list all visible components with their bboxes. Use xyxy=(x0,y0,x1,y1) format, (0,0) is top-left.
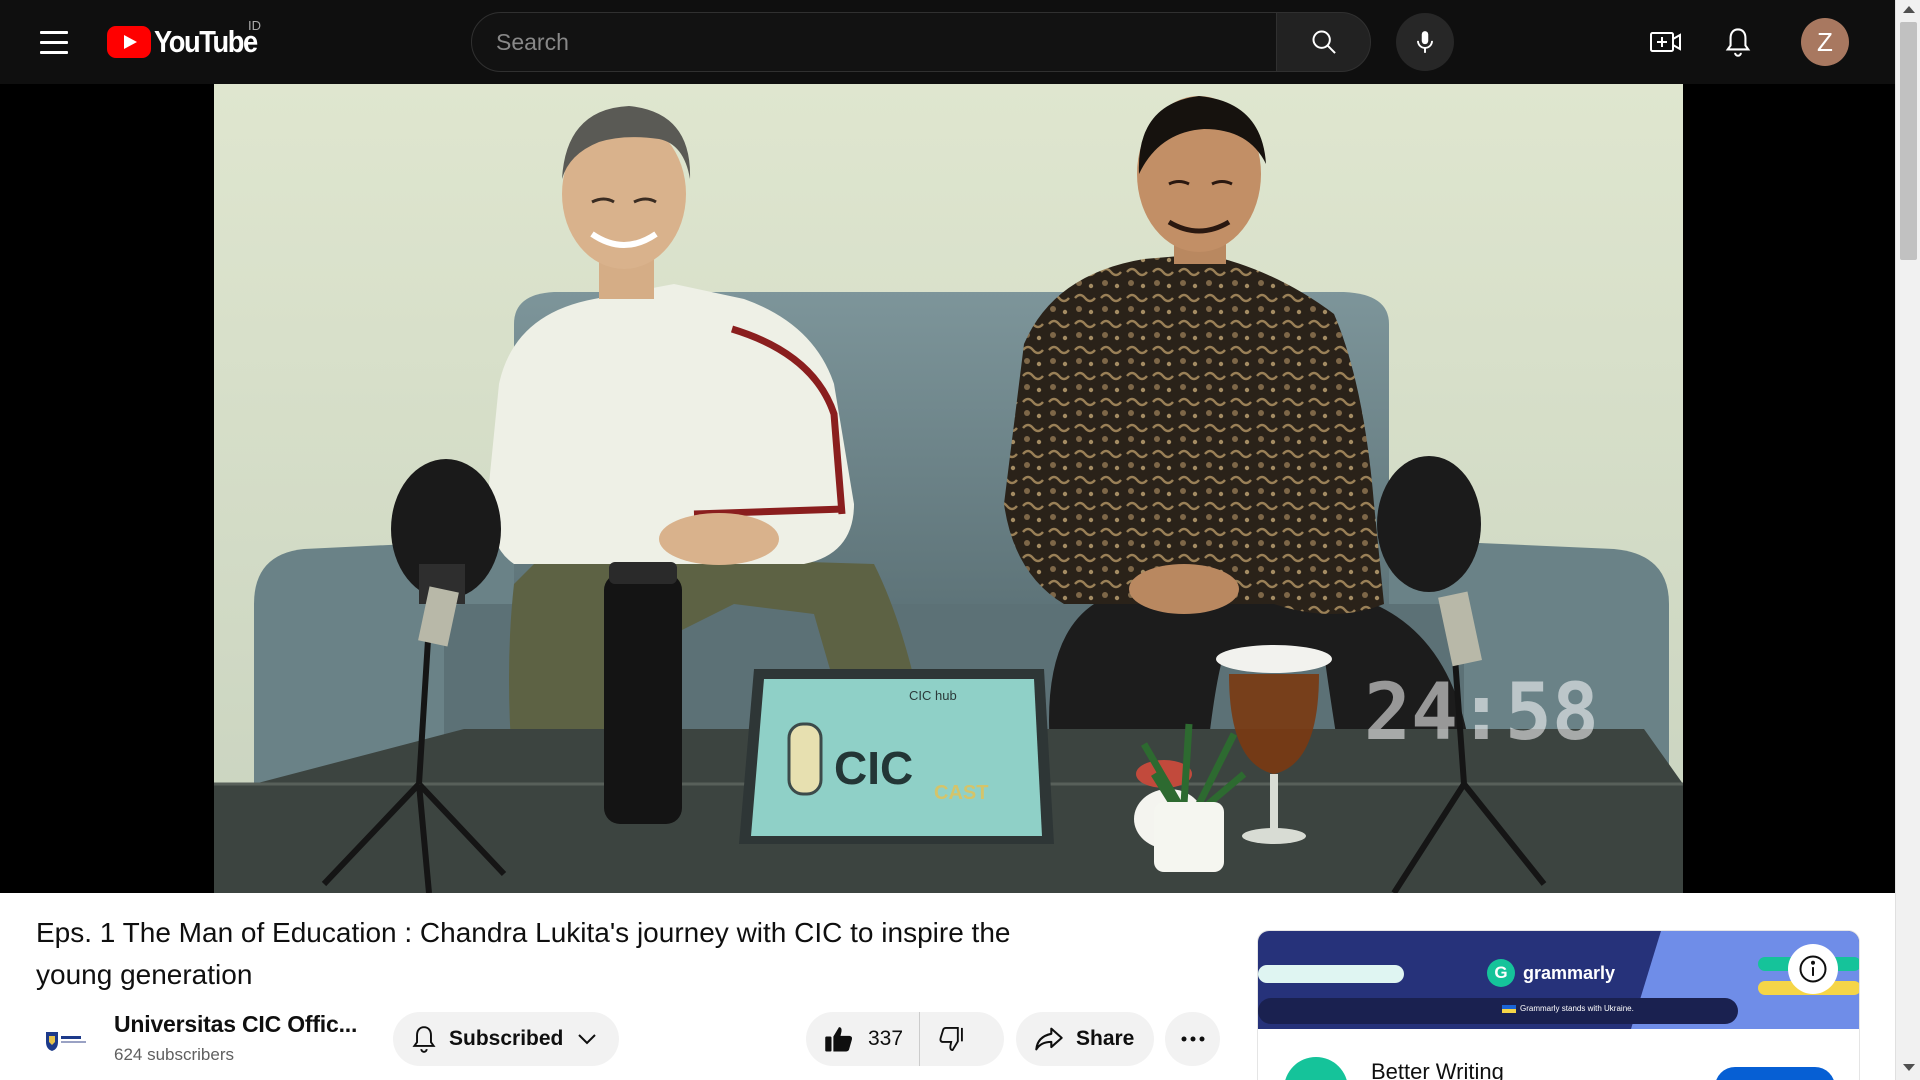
page-scrollbar[interactable] xyxy=(1895,0,1920,1080)
thumbs-down-icon xyxy=(939,1026,963,1052)
chevron-down-icon xyxy=(578,1034,597,1045)
voice-search-button[interactable] xyxy=(1396,13,1454,71)
ad-brand-name: grammarly xyxy=(1523,962,1616,983)
search-icon xyxy=(1312,30,1336,54)
account-avatar[interactable]: Z xyxy=(1801,18,1849,66)
microphone-icon xyxy=(1417,31,1433,53)
channel-name[interactable]: Universitas CIC Offic... xyxy=(114,1011,357,1038)
scroll-thumb[interactable] xyxy=(1900,22,1917,260)
youtube-logo[interactable]: YouTube xyxy=(107,22,271,62)
share-label: Share xyxy=(1076,1027,1135,1050)
hamburger-menu-icon[interactable] xyxy=(30,22,78,62)
ad-tagline-text: Grammarly stands with Ukraine. xyxy=(1520,1004,1634,1013)
like-count: 337 xyxy=(868,1027,904,1050)
video-overlay-timer: 24:58 xyxy=(1364,668,1599,758)
sponsored-ad-card[interactable]: G grammarly Grammarly stands with Ukrain… xyxy=(1257,930,1860,1080)
video-scene: CIC CAST CIC hub 24:58 xyxy=(214,84,1683,893)
search-button[interactable] xyxy=(1276,12,1371,72)
more-horizontal-icon xyxy=(1181,1036,1204,1042)
subscriber-count: 624 subscribers xyxy=(114,1045,235,1064)
ad-advertiser-icon xyxy=(1284,1057,1348,1080)
video-player: CIC CAST CIC hub 24:58 xyxy=(0,84,1895,893)
share-button[interactable]: Share xyxy=(1016,1012,1154,1066)
video-plus-icon xyxy=(1650,32,1681,52)
logo-text: YouTube xyxy=(154,24,258,59)
subscribed-button[interactable]: Subscribed xyxy=(393,1012,619,1066)
ad-brand: G grammarly xyxy=(1487,959,1615,987)
bell-icon xyxy=(1725,28,1751,57)
bell-icon xyxy=(412,1026,436,1053)
masthead: YouTube ID Z xyxy=(0,0,1895,84)
search-input[interactable] xyxy=(496,28,1276,56)
tablet-brand: CIC hub xyxy=(909,688,957,703)
tablet-logo-sub: CAST xyxy=(934,782,988,804)
tablet-logo-text: CIC xyxy=(834,742,913,794)
like-button[interactable]: 337 xyxy=(806,1012,921,1066)
grammarly-g-icon: G xyxy=(1487,959,1515,987)
thumbs-up-icon xyxy=(825,1027,853,1052)
create-button[interactable] xyxy=(1644,20,1688,64)
channel-avatar[interactable] xyxy=(42,1016,90,1064)
search-box xyxy=(471,12,1277,72)
notifications-button[interactable] xyxy=(1716,20,1760,64)
scroll-down-arrow-icon[interactable] xyxy=(1903,1064,1915,1071)
ukraine-flag-icon xyxy=(1502,1004,1516,1013)
share-arrow-icon xyxy=(1035,1027,1063,1051)
video-frame[interactable]: CIC CAST CIC hub 24:58 xyxy=(214,84,1683,893)
scroll-up-arrow-icon[interactable] xyxy=(1903,6,1915,13)
ad-tagline: Grammarly stands with Ukraine. xyxy=(1502,1004,1634,1013)
country-code: ID xyxy=(248,18,261,33)
youtube-play-icon xyxy=(107,26,151,58)
info-icon xyxy=(1799,955,1827,983)
ad-banner: G grammarly Grammarly stands with Ukrain… xyxy=(1258,931,1859,1029)
ad-title: Better Writing xyxy=(1371,1059,1504,1080)
ad-info-button[interactable] xyxy=(1788,944,1838,994)
like-dislike-group: 337 xyxy=(806,1012,1004,1066)
more-actions-button[interactable] xyxy=(1165,1012,1220,1066)
dislike-button[interactable] xyxy=(920,1012,966,1066)
video-title: Eps. 1 The Man of Education : Chandra Lu… xyxy=(36,917,1011,990)
ad-cta-button[interactable] xyxy=(1715,1067,1835,1080)
subscribed-label: Subscribed xyxy=(449,1027,564,1050)
university-crest-icon xyxy=(46,1032,86,1051)
